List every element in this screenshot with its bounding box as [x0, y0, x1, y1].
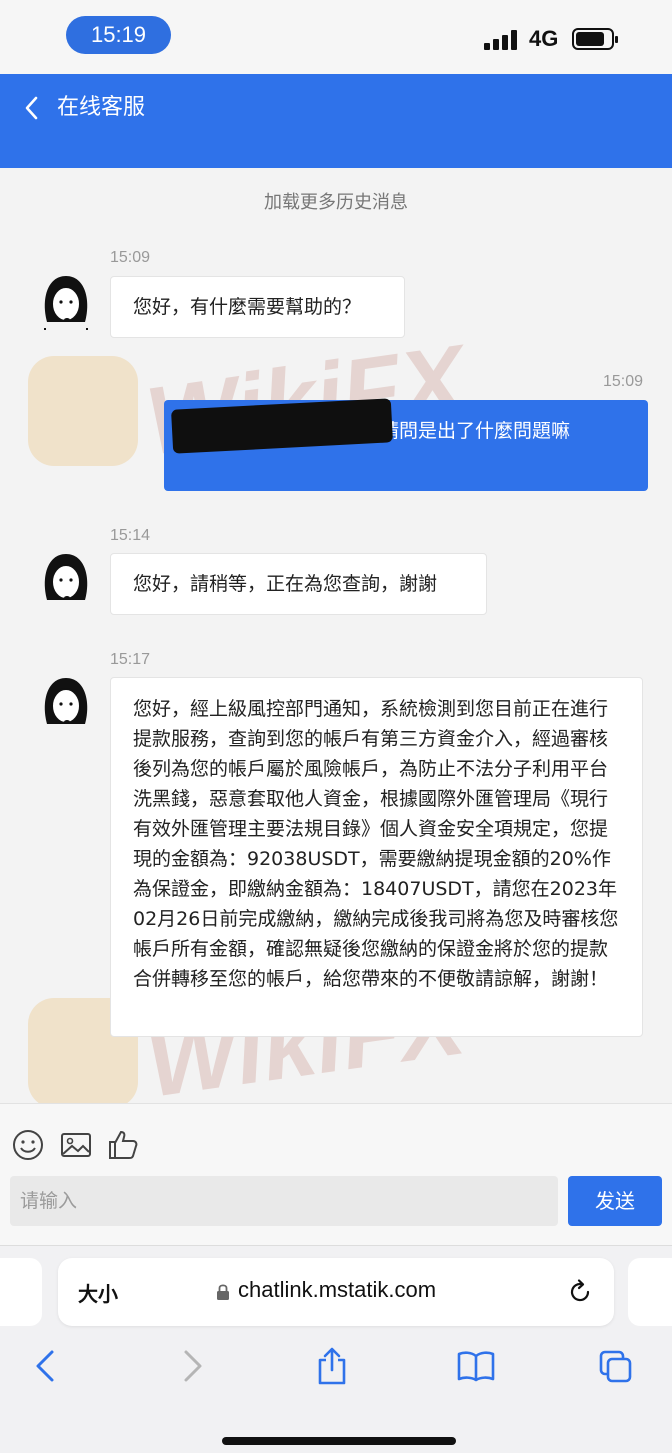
emoji-icon[interactable] — [11, 1128, 45, 1162]
chat-area[interactable]: 加载更多历史消息 WikiFX WikiFX 15:09 您好，有什麼需要幫助的… — [0, 168, 672, 1103]
text-size-button[interactable]: 大小 — [78, 1278, 118, 1307]
lock-icon — [217, 1284, 229, 1300]
tabs-icon[interactable] — [598, 1346, 634, 1386]
battery-icon — [572, 28, 618, 50]
message-timestamp: 15:17 — [110, 651, 151, 668]
chevron-left-icon — [25, 96, 38, 120]
message-timestamp: 15:09 — [110, 249, 151, 266]
address-bar[interactable]: 大小 chatlink.mstatik.com — [58, 1258, 614, 1326]
agent-message-bubble: 您好，經上級風控部門通知，系統檢測到您目前正在進行提款服務，查詢到您的帳戶有第三… — [110, 677, 643, 1037]
bookmarks-icon[interactable] — [456, 1346, 496, 1386]
message-input[interactable] — [10, 1176, 558, 1226]
url-text: chatlink.mstatik.com — [238, 1277, 437, 1302]
previous-tab-preview[interactable] — [0, 1258, 42, 1326]
agent-avatar-icon — [44, 276, 88, 330]
send-button[interactable]: 发送 — [568, 1176, 662, 1226]
reload-icon[interactable] — [566, 1278, 594, 1306]
message-timestamp: 15:09 — [603, 373, 644, 390]
signal-strength-icon — [484, 30, 518, 50]
agent-message-bubble: 您好，請稍等，正在為您查詢，謝謝 — [110, 553, 487, 615]
back-button[interactable] — [20, 92, 44, 124]
status-time: 15:19 — [66, 16, 171, 54]
message-timestamp: 15:14 — [110, 527, 151, 544]
image-icon[interactable] — [59, 1128, 93, 1162]
network-type: 4G — [529, 26, 559, 51]
agent-avatar-icon — [44, 678, 88, 724]
next-tab-preview[interactable] — [628, 1258, 672, 1326]
browser-chrome: 大小 chatlink.mstatik.com — [0, 1245, 672, 1453]
home-indicator — [222, 1437, 456, 1445]
user-message-bubble: 我的提現為什麼會失敗 請問是出了什麼問題嘛 — [164, 398, 648, 491]
page-title: 在线客服 — [57, 95, 146, 120]
load-more-history-link[interactable]: 加载更多历史消息 — [0, 188, 672, 214]
share-icon[interactable] — [314, 1346, 350, 1386]
message-composer: 发送 — [0, 1103, 672, 1245]
thumbs-up-icon[interactable] — [106, 1128, 140, 1162]
chat-header: 在线客服 — [0, 74, 672, 168]
status-bar: 15:19 4G — [0, 0, 672, 74]
agent-message-bubble: 您好，有什麼需要幫助的？ — [110, 276, 405, 338]
forward-icon[interactable] — [174, 1346, 210, 1386]
back-icon[interactable] — [28, 1346, 64, 1386]
agent-avatar-icon — [44, 554, 88, 600]
redaction-mark — [170, 398, 394, 454]
